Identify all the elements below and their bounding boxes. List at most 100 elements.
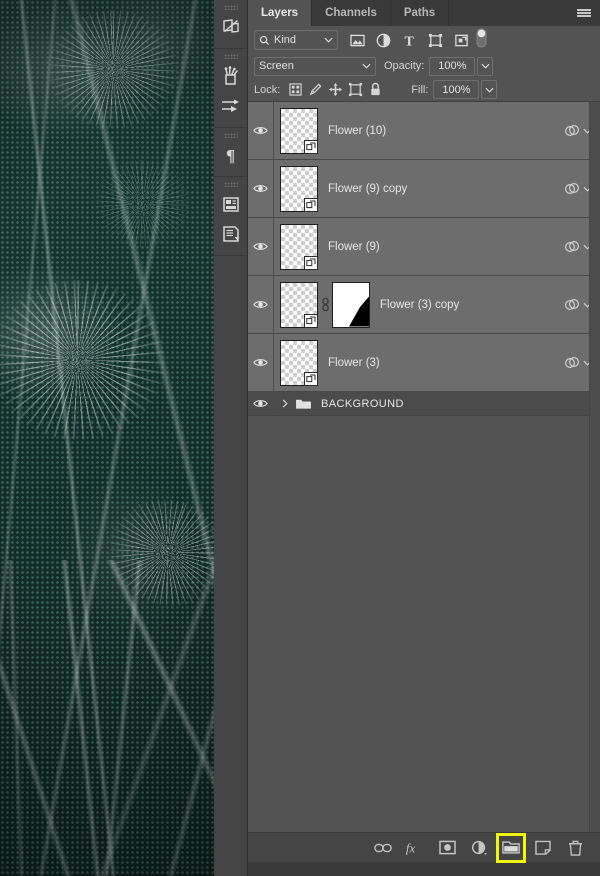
smart-object-badge [304, 313, 318, 328]
layer-visibility-toggle[interactable] [248, 102, 274, 159]
layer-thumbnail[interactable] [280, 107, 318, 154]
filter-kind-select[interactable]: Kind [254, 30, 338, 50]
adjustment-layer-button[interactable] [468, 837, 490, 859]
eye-icon [253, 400, 268, 407]
document-canvas[interactable] [0, 0, 214, 876]
blend-options-icon[interactable] [564, 182, 580, 196]
dock-group-paragraph: ¶ [214, 128, 247, 177]
dock-grip[interactable] [223, 54, 238, 59]
layer-name: Flower (10) [328, 124, 387, 137]
layer-style-button[interactable]: fx [404, 837, 426, 859]
link-layers-button[interactable] [372, 837, 394, 859]
dock-grip[interactable] [223, 5, 238, 10]
layer-comps-icon[interactable] [214, 219, 248, 249]
tab-paths[interactable]: Paths [391, 0, 450, 26]
layer-thumbnail[interactable] [280, 223, 318, 270]
filter-shape-icon[interactable] [424, 29, 446, 51]
group-visibility-toggle[interactable] [248, 392, 274, 415]
layer-mask-button[interactable] [436, 837, 458, 859]
layer-visibility-toggle[interactable] [248, 218, 274, 275]
list-item[interactable]: BACKGROUND [248, 392, 600, 416]
mask-link-icon[interactable] [318, 297, 332, 312]
layer-mask-thumbnail[interactable] [332, 281, 370, 328]
mask-painted-region [349, 296, 369, 327]
filter-type-buttons: T [346, 29, 472, 51]
adjustment-icon [471, 840, 487, 855]
blend-options-icon[interactable] [564, 298, 580, 312]
brushes-icon[interactable] [214, 61, 248, 91]
layer-name: Flower (3) [328, 356, 380, 369]
lock-image-pixels-icon[interactable] [305, 80, 325, 100]
lock-position-icon[interactable] [325, 80, 345, 100]
artwork-vignette [0, 0, 214, 876]
lock-artboard-nesting-icon[interactable] [345, 80, 365, 100]
layer-thumbnail[interactable] [280, 339, 318, 386]
filter-pixel-icon[interactable] [346, 29, 368, 51]
paragraph-icon[interactable]: ¶ [214, 140, 248, 170]
trash-icon [568, 840, 582, 856]
eye-icon [253, 185, 268, 192]
delete-layer-button[interactable] [564, 837, 586, 859]
svg-text:¶: ¶ [226, 146, 235, 165]
layer-name: Flower (3) copy [380, 298, 460, 311]
layer-thumbnail[interactable] [280, 281, 318, 328]
blend-mode-value: Screen [259, 60, 294, 72]
table-row[interactable]: Flower (3) copy [248, 276, 600, 334]
tab-channels[interactable]: Channels [312, 0, 391, 26]
filter-smart-object-icon[interactable] [450, 29, 472, 51]
lock-all-icon[interactable] [365, 80, 385, 100]
tab-layers[interactable]: Layers [248, 0, 313, 26]
layer-thumbnail[interactable] [280, 165, 318, 212]
layers-panel-toolbar: fx [248, 832, 600, 863]
burger-line [577, 12, 591, 14]
new-layer-button[interactable] [532, 837, 554, 859]
chevron-down-icon [481, 63, 490, 69]
burger-line [577, 15, 591, 17]
filter-kind-label: Kind [274, 34, 297, 46]
folder-icon [292, 397, 314, 410]
opacity-input[interactable]: 100% [429, 56, 476, 76]
filter-enable-toggle[interactable] [476, 27, 487, 53]
blend-options-icon[interactable] [564, 356, 580, 370]
filter-type-icon[interactable]: T [398, 29, 420, 51]
eye-icon [253, 127, 268, 134]
layer-list[interactable]: Flower (10) Flower (9) copy Flower (9) F… [248, 102, 600, 832]
blend-options-icon[interactable] [564, 240, 580, 254]
dock-grip[interactable] [223, 182, 238, 187]
layer-visibility-toggle[interactable] [248, 276, 274, 333]
table-row[interactable]: Flower (9) copy [248, 160, 600, 218]
lock-fill-bar: Lock: Fill: 100% [248, 78, 600, 102]
blend-mode-select[interactable]: Screen [254, 56, 376, 76]
properties-icon[interactable] [214, 189, 248, 219]
opacity-stepper[interactable] [477, 56, 494, 76]
brush-settings-icon[interactable] [214, 91, 248, 121]
chevron-down-icon [362, 63, 371, 69]
new-group-button[interactable] [496, 832, 526, 863]
layer-visibility-toggle[interactable] [248, 160, 274, 217]
layer-indicators [564, 124, 592, 138]
filter-adjustment-icon[interactable] [372, 29, 394, 51]
dock-empty-area [214, 256, 247, 656]
layer-name: Flower (9) copy [328, 182, 408, 195]
layer-list-scrollbar[interactable] [589, 102, 600, 832]
smart-object-badge [304, 197, 318, 212]
opacity-value: 100% [438, 60, 467, 72]
opacity-label: Opacity: [384, 60, 425, 72]
smart-object-badge [304, 255, 318, 270]
fill-stepper[interactable] [481, 80, 498, 99]
table-row[interactable]: Flower (3) [248, 334, 600, 392]
layer-indicators [564, 298, 592, 312]
chevron-down-icon [485, 87, 494, 93]
table-row[interactable]: Flower (9) [248, 218, 600, 276]
tab-layers-label: Layers [261, 7, 299, 19]
blend-options-icon[interactable] [564, 124, 580, 138]
dock-grip[interactable] [223, 133, 238, 138]
lock-transparent-pixels-icon[interactable] [285, 80, 305, 100]
fill-input[interactable]: 100% [433, 80, 480, 99]
smart-object-badge [304, 139, 318, 154]
hamburger-menu-icon[interactable] [574, 0, 594, 26]
libraries-icon[interactable] [214, 12, 248, 42]
table-row[interactable]: Flower (10) [248, 102, 600, 160]
layer-visibility-toggle[interactable] [248, 334, 274, 391]
group-expand-chevron[interactable] [278, 399, 292, 408]
